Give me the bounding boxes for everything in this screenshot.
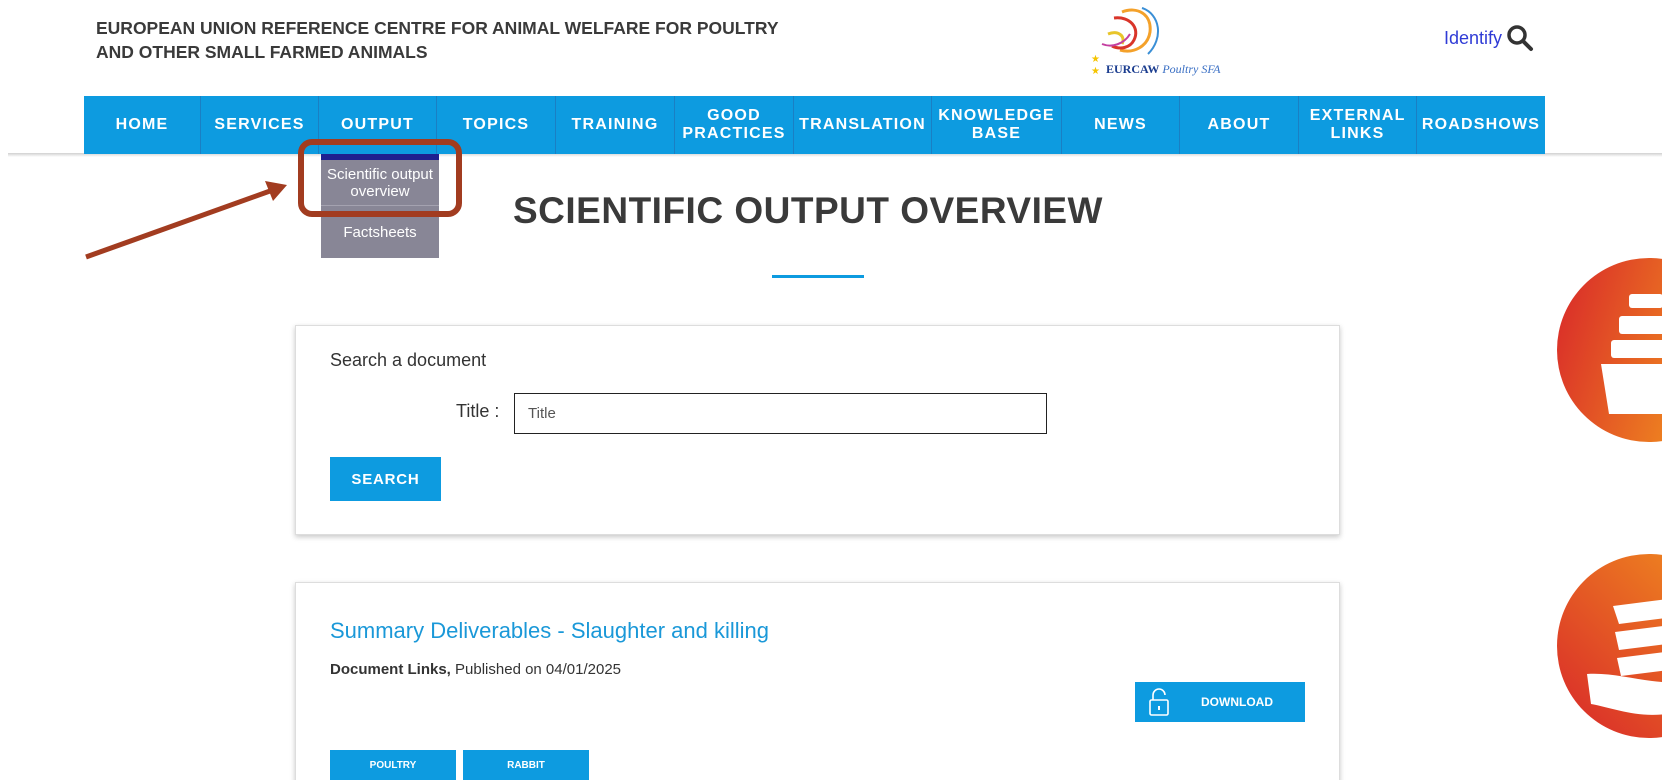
- nav-item-label: NEWS: [1094, 116, 1147, 133]
- logo-text: EURCAW Poultry SFA: [1106, 62, 1220, 77]
- unlock-icon: [1149, 688, 1169, 716]
- identify-link[interactable]: Identify: [1444, 24, 1534, 52]
- site-title-line2: AND OTHER SMALL FARMED ANIMALS: [96, 42, 428, 62]
- identify-label: Identify: [1444, 27, 1503, 48]
- search-label: Search a document: [330, 350, 487, 370]
- eurcaw-logo[interactable]: ★ ★ EURCAW Poultry SFA: [1082, 4, 1242, 86]
- nav-item-home[interactable]: HOME: [84, 96, 201, 154]
- nav-item-label: HOME: [115, 116, 169, 133]
- search-button[interactable]: SEARCH: [330, 457, 441, 501]
- result-title-link[interactable]: Summary Deliverables - Slaughter and kil…: [330, 618, 769, 644]
- search-icon[interactable]: [1506, 24, 1534, 52]
- nav-item-label: EXTERNAL LINKS: [1309, 107, 1406, 142]
- page: EUROPEAN UNION REFERENCE CENTRE FOR ANIM…: [0, 0, 1662, 780]
- nav-item-training[interactable]: TRAINING: [556, 96, 675, 154]
- nav-item-external-links[interactable]: EXTERNAL LINKS: [1299, 96, 1417, 154]
- nav-item-label: KNOWLEDGE BASE: [938, 107, 1055, 142]
- logo-text-bold: EURCAW: [1106, 62, 1160, 76]
- result-card: Summary Deliverables - Slaughter and kil…: [295, 582, 1340, 780]
- download-label: DOWNLOAD: [1201, 695, 1273, 709]
- eu-stars-icon: ★ ★: [1091, 54, 1100, 77]
- page-title: SCIENTIFIC OUTPUT OVERVIEW: [513, 190, 1103, 231]
- folder-icon[interactable]: [1557, 258, 1662, 458]
- nav-item-label: GOOD PRACTICES: [682, 107, 786, 142]
- nav-item-label: TRANSLATION: [799, 116, 926, 133]
- nav-item-roadshows[interactable]: ROADSHOWS: [1417, 96, 1545, 154]
- tag-poultry[interactable]: POULTRY: [330, 750, 456, 780]
- nav-item-label: ROADSHOWS: [1421, 116, 1541, 133]
- nav-item-good-practices[interactable]: GOOD PRACTICES: [675, 96, 794, 154]
- highlight-box: [298, 139, 462, 217]
- result-published-date: Published on 04/01/2025: [455, 661, 622, 678]
- nav-item-label: TOPICS: [462, 116, 530, 133]
- result-doc-type: Document Links,: [330, 661, 451, 678]
- nav-item-label: SERVICES: [214, 116, 305, 133]
- logo-text-italic: Poultry SFA: [1162, 62, 1221, 76]
- svg-text:★: ★: [1091, 66, 1100, 77]
- tag-rabbit[interactable]: RABBIT: [463, 750, 589, 780]
- site-title-line1: EUROPEAN UNION REFERENCE CENTRE FOR ANIM…: [96, 18, 779, 38]
- hand-documents-icon[interactable]: [1557, 554, 1662, 754]
- title-search-input[interactable]: [514, 393, 1047, 434]
- title-label: Title :: [456, 401, 500, 421]
- svg-text:★: ★: [1091, 54, 1100, 65]
- nav-item-label: OUTPUT: [341, 116, 414, 133]
- nav-item-label: ABOUT: [1207, 116, 1271, 133]
- nav-item-translation[interactable]: TRANSLATION: [794, 96, 932, 154]
- nav-item-news[interactable]: NEWS: [1062, 96, 1180, 154]
- result-meta: Document Links, Published on 04/01/2025: [330, 661, 621, 678]
- search-card: Search a document Title : SEARCH: [295, 325, 1340, 535]
- title-underline: [772, 275, 864, 278]
- download-button[interactable]: DOWNLOAD: [1135, 682, 1305, 722]
- nav-item-label: TRAINING: [571, 116, 659, 133]
- nav-item-about[interactable]: ABOUT: [1180, 96, 1299, 154]
- site-title: EUROPEAN UNION REFERENCE CENTRE FOR ANIM…: [96, 16, 779, 64]
- nav-item-knowledge-base[interactable]: KNOWLEDGE BASE: [932, 96, 1062, 154]
